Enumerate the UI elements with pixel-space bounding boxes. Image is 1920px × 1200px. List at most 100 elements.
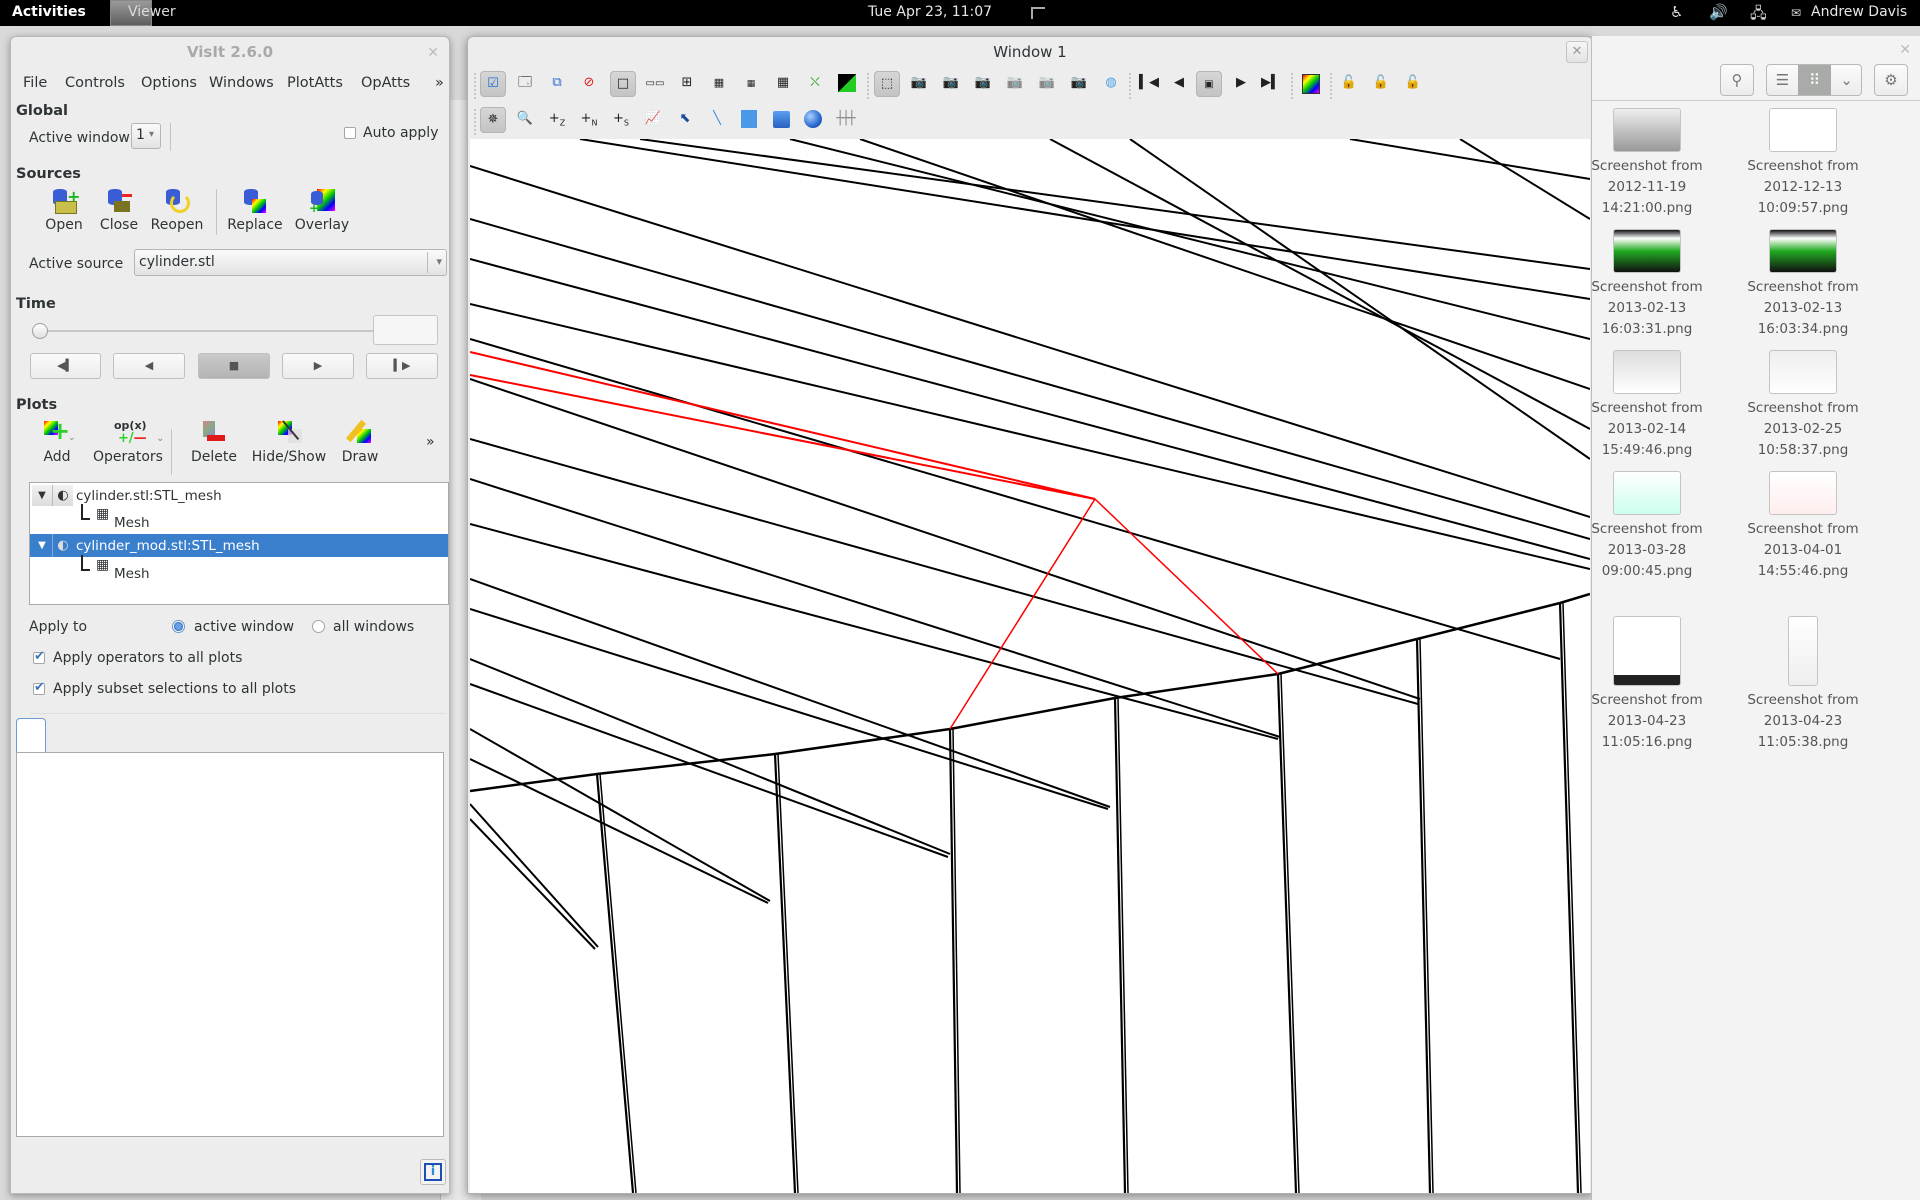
close-icon[interactable]: ✕ <box>427 45 439 61</box>
node-pick-button[interactable]: +N <box>576 107 602 133</box>
step-back-button[interactable]: ◀▍ <box>30 353 101 379</box>
layout-3x3-button[interactable]: ▦ <box>770 71 796 97</box>
axis-restriction-tool-button[interactable]: ┼┼┼ <box>832 107 858 133</box>
render-viewport[interactable] <box>469 138 1591 1193</box>
file-item[interactable]: Screenshot from 2013-02-25 10:58:37.png <box>1723 350 1883 461</box>
close-button[interactable]: Close <box>93 189 145 233</box>
prev-frame-button[interactable]: ◀ <box>1166 71 1192 97</box>
app-menu-label[interactable]: Viewer <box>128 4 176 20</box>
settings-button[interactable]: ⚙ <box>1874 64 1908 96</box>
expand-icon[interactable]: ▼ <box>32 485 53 506</box>
lock-time-toggle[interactable]: 🔓 <box>1368 71 1394 97</box>
time-slider-track[interactable] <box>41 330 374 332</box>
delete-plot-button[interactable]: Delete <box>183 421 245 465</box>
draw-button[interactable]: Draw <box>335 419 385 465</box>
workspace-icon[interactable] <box>1031 7 1045 19</box>
perspective-button[interactable]: ⬚ <box>874 71 900 97</box>
menu-options[interactable]: Options <box>141 75 197 91</box>
volume-icon[interactable]: 🔊 <box>1709 3 1728 21</box>
replace-button[interactable]: Replace <box>223 189 287 233</box>
play-reverse-button[interactable]: ◀ <box>113 353 185 379</box>
lock-view-button[interactable]: ◍ <box>1098 71 1124 97</box>
expand-icon[interactable]: ▼ <box>32 534 53 557</box>
file-item[interactable]: Screenshot from 2013-04-01 14:55:46.png <box>1723 471 1883 582</box>
accessibility-icon[interactable]: ♿ <box>1670 3 1683 21</box>
lock-view-toggle[interactable]: 🔓 <box>1336 71 1362 97</box>
file-item[interactable]: Screenshot from 2012-11-19 14:21:00.png <box>1567 108 1727 219</box>
apply-operators-checkbox[interactable] <box>33 649 45 664</box>
plot-operator-item[interactable]: ▦ Mesh <box>30 504 448 531</box>
overlay-button[interactable]: + Overlay <box>289 189 355 233</box>
search-button[interactable]: ⚲ <box>1720 64 1754 96</box>
choose-center-button[interactable]: 📷 <box>1034 71 1060 97</box>
file-item[interactable]: Screenshot from 2013-02-13 16:03:34.png <box>1723 229 1883 340</box>
user-menu[interactable]: Andrew Davis <box>1811 4 1907 20</box>
list-view-button[interactable]: ☰ <box>1767 65 1798 95</box>
first-frame-button[interactable]: ▍◀ <box>1136 71 1162 97</box>
plots-more-button[interactable]: » <box>426 434 435 450</box>
add-plot-button[interactable]: + ⌄ Add <box>35 417 79 465</box>
view-options-button[interactable]: ⌄ <box>1831 65 1861 95</box>
clear-plots-button[interactable]: ⛌ <box>802 71 828 97</box>
tab-blank[interactable] <box>16 718 46 754</box>
plot-list-item[interactable]: ▼ ◐ cylinder.stl:STL_mesh <box>30 485 448 508</box>
menu-file[interactable]: File <box>23 75 47 91</box>
next-frame-button[interactable]: ▶ <box>1228 71 1254 97</box>
spreadsheet-pick-button[interactable]: +S <box>608 107 634 133</box>
lock-tools-toggle[interactable]: 🔓 <box>1400 71 1426 97</box>
invert-background-button[interactable] <box>834 71 860 97</box>
file-item[interactable]: Screenshot from 2013-02-14 15:49:46.png <box>1567 350 1727 461</box>
visibility-icon[interactable]: ◐ <box>53 534 73 557</box>
lineout-button[interactable]: 📈 <box>640 107 666 133</box>
splitter-handle[interactable] <box>31 713 445 714</box>
line-tool-button[interactable]: ╲ <box>704 107 730 133</box>
stop-button[interactable]: ■ <box>198 353 270 379</box>
stop-animation-button[interactable]: ▣ <box>1196 71 1222 97</box>
network-icon[interactable]: 🖧 <box>1750 3 1767 28</box>
zoom-mode-button[interactable]: 🔍 <box>512 107 538 133</box>
sphere-tool-button[interactable] <box>800 107 826 133</box>
add-window-button[interactable]: 🗔 <box>512 71 538 97</box>
plot-operator-item[interactable]: ▦ Mesh <box>30 555 448 582</box>
close-icon[interactable]: ✕ <box>1899 42 1911 58</box>
menu-controls[interactable]: Controls <box>65 75 125 91</box>
time-state-input[interactable] <box>373 315 438 345</box>
save-view-button[interactable]: 📷 <box>1002 71 1028 97</box>
box-tool-button[interactable] <box>768 107 794 133</box>
color-table-button[interactable] <box>1298 71 1324 97</box>
time-slider-handle[interactable] <box>32 323 48 339</box>
apply-all-windows-radio[interactable] <box>312 620 325 633</box>
plane-tool-button[interactable] <box>736 107 762 133</box>
active-source-select[interactable]: cylinder.stl ▾ <box>134 249 447 276</box>
file-item[interactable]: Screenshot from 2013-04-23 11:05:16.png <box>1567 616 1727 753</box>
last-frame-button[interactable]: ▶▍ <box>1258 71 1284 97</box>
step-forward-button[interactable]: ▍▶ <box>366 353 438 379</box>
activities-button[interactable]: Activities <box>12 4 86 20</box>
menu-windows[interactable]: Windows <box>209 75 274 91</box>
file-item[interactable]: Screenshot from 2013-02-13 16:03:31.png <box>1567 229 1727 340</box>
chat-icon[interactable]: ✉ <box>1791 6 1801 20</box>
file-item[interactable]: Screenshot from 2013-04-23 11:05:38.png <box>1723 616 1883 753</box>
layout-1x2-button[interactable]: ▭▭ <box>642 71 668 97</box>
undo-view-button[interactable]: 📷 <box>970 71 996 97</box>
plot-list[interactable]: ▼ ◐ cylinder.stl:STL_mesh ▦ Mesh ▼ ◐ cyl… <box>29 482 449 605</box>
chevron-down-icon[interactable]: ⌄ <box>156 433 164 444</box>
save-image-button[interactable]: 📷 <box>1066 71 1092 97</box>
mesh-plot-canvas[interactable] <box>469 138 1591 1193</box>
auto-apply-checkbox[interactable] <box>344 127 356 139</box>
menu-opatts[interactable]: OpAtts <box>361 75 410 91</box>
menu-plotatts[interactable]: PlotAtts <box>287 75 343 91</box>
layout-1x1-button[interactable]: □ <box>610 71 636 97</box>
apply-subset-checkbox[interactable] <box>33 680 45 695</box>
active-window-button[interactable]: ☑ <box>480 71 506 97</box>
clock[interactable]: Tue Apr 23, 11:07 <box>868 4 992 20</box>
toolbar-handle[interactable] <box>474 109 476 135</box>
close-button[interactable]: ✕ <box>1566 41 1588 63</box>
open-button[interactable]: + Open <box>38 187 90 233</box>
visibility-icon[interactable]: ◐ <box>53 485 73 506</box>
zone-pick-button[interactable]: +Z <box>544 107 570 133</box>
file-item[interactable]: Screenshot from 2012-12-13 10:09:57.png <box>1723 108 1883 219</box>
layout-2x2-button[interactable]: ⊞ <box>674 71 700 97</box>
play-button[interactable]: ▶ <box>282 353 354 379</box>
navigate-mode-button[interactable]: ✵ <box>480 107 506 133</box>
